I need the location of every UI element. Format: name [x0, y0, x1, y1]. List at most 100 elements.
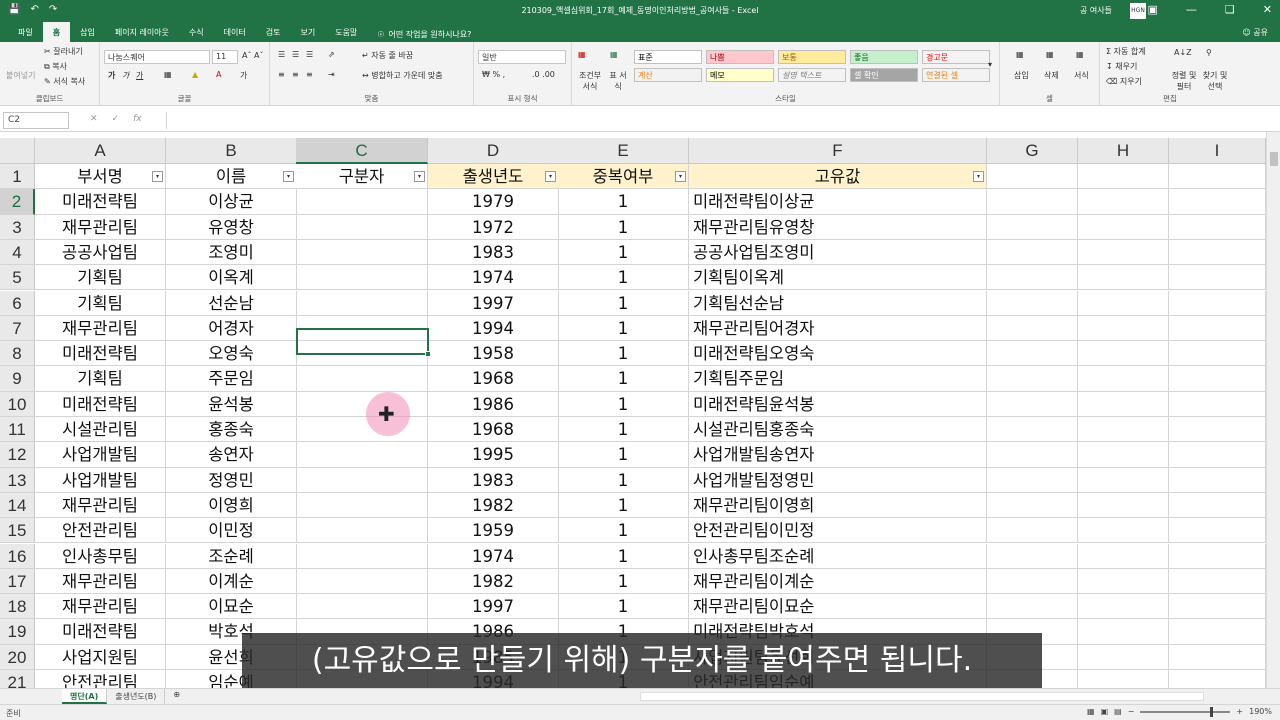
filter-dropdown-icon[interactable]: ▾ — [545, 171, 556, 182]
data-cell-sep[interactable] — [296, 189, 428, 215]
sort-filter-button[interactable]: 정렬 및 필터 — [1170, 70, 1198, 92]
data-cell-year[interactable]: 1997 — [428, 290, 559, 316]
data-cell-sep[interactable] — [296, 594, 428, 620]
column-header-d[interactable]: D — [428, 138, 559, 164]
row-header[interactable]: 14 — [0, 492, 35, 519]
row-header[interactable]: 21 — [0, 670, 35, 688]
row-header[interactable]: 7 — [0, 315, 35, 342]
data-cell-sep[interactable] — [296, 492, 428, 519]
ribbon-display-icon[interactable]: ▣ — [1148, 3, 1158, 16]
data-cell-dept[interactable]: 사업개발팀 — [35, 467, 166, 493]
empty-cell[interactable] — [1078, 239, 1169, 266]
align-right-icon[interactable]: ≡ — [306, 70, 313, 79]
function-icon[interactable]: fx — [133, 114, 142, 124]
data-cell-name[interactable]: 정영민 — [166, 467, 297, 493]
data-cell-dup[interactable]: 1 — [558, 568, 689, 595]
empty-cell[interactable] — [987, 239, 1078, 266]
empty-cell[interactable] — [987, 341, 1078, 367]
data-cell-year[interactable]: 1979 — [428, 189, 559, 215]
data-cell-year[interactable]: 1974 — [428, 543, 559, 569]
style-linked-cell[interactable]: 연결된 셀 — [922, 68, 990, 82]
insert-cells-button[interactable]: 삽입 — [1014, 70, 1029, 81]
data-cell-name[interactable]: 이묘순 — [166, 594, 297, 620]
data-cell-year[interactable]: 1995 — [428, 442, 559, 468]
style-explanatory[interactable]: 설명 텍스트 — [778, 68, 846, 82]
data-cell-dept[interactable]: 재무관리팀 — [35, 492, 166, 519]
empty-cell[interactable] — [1169, 568, 1266, 595]
data-cell-sep[interactable] — [296, 568, 428, 595]
data-cell-dup[interactable]: 1 — [558, 492, 689, 519]
tab-file[interactable]: 파일 — [8, 22, 43, 42]
empty-cell[interactable] — [1078, 644, 1169, 670]
data-cell-key[interactable]: 재무관리팀이영희 — [689, 492, 987, 519]
zoom-slider[interactable] — [1140, 706, 1231, 717]
row-header[interactable]: 12 — [0, 442, 35, 468]
number-format-dropdown[interactable]: 일반 — [478, 50, 566, 64]
spreadsheet-grid[interactable]: ABCDEFGHI 1 부서명 ▾ 이름 ▾ 구분자 ▾ 출생년도 ▾ 중복여부 ▾ 고유값 ▾ 2 미래전… — [0, 138, 1266, 688]
data-cell-key[interactable]: 미래전략팀윤석봉 — [689, 391, 987, 417]
data-cell-name[interactable]: 어경자 — [166, 315, 297, 342]
column-header-a[interactable]: A — [35, 138, 166, 164]
empty-cell[interactable] — [1169, 467, 1266, 493]
zoom-in-icon[interactable]: + — [1236, 707, 1243, 716]
empty-cell[interactable] — [1078, 189, 1169, 215]
data-cell-year[interactable]: 1983 — [428, 467, 559, 493]
empty-cell[interactable] — [987, 391, 1078, 417]
data-cell-year[interactable]: 1997 — [428, 594, 559, 620]
data-cell-key[interactable]: 사업개발팀송연자 — [689, 442, 987, 468]
column-header-b[interactable]: B — [166, 138, 297, 164]
empty-cell[interactable] — [1078, 670, 1169, 688]
tab-formulas[interactable]: 수식 — [179, 22, 214, 42]
paste-button[interactable]: 붙여넣기 — [6, 70, 35, 81]
empty-cell[interactable] — [1078, 518, 1169, 544]
data-cell-key[interactable]: 공공사업팀조영미 — [689, 239, 987, 266]
align-bottom-icon[interactable]: ☰ — [306, 50, 313, 59]
empty-cell[interactable] — [1169, 442, 1266, 468]
data-cell-dup[interactable]: 1 — [558, 290, 689, 316]
data-cell-key[interactable]: 재무관리팀이묘순 — [689, 594, 987, 620]
data-cell-sep[interactable] — [296, 290, 428, 316]
empty-cell[interactable] — [1078, 619, 1169, 645]
empty-cell[interactable] — [1078, 164, 1169, 190]
empty-cell[interactable] — [1169, 619, 1266, 645]
empty-cell[interactable] — [1169, 543, 1266, 569]
data-cell-name[interactable]: 선순남 — [166, 290, 297, 316]
data-cell-sep[interactable] — [296, 239, 428, 266]
data-cell-sep[interactable] — [296, 214, 428, 240]
data-cell-dept[interactable]: 공공사업팀 — [35, 239, 166, 266]
empty-cell[interactable] — [987, 265, 1078, 291]
format-painter-button[interactable]: ✎ 서식 복사 — [44, 76, 85, 87]
data-cell-dup[interactable]: 1 — [558, 189, 689, 215]
empty-cell[interactable] — [1169, 265, 1266, 291]
empty-cell[interactable] — [1078, 543, 1169, 569]
data-cell-key[interactable]: 안전관리팀이민정 — [689, 518, 987, 544]
table-format-icon[interactable]: ▦ — [610, 50, 618, 59]
empty-cell[interactable] — [987, 366, 1078, 392]
empty-cell[interactable] — [1169, 594, 1266, 620]
data-cell-key[interactable]: 시설관리팀홍종숙 — [689, 417, 987, 443]
bold-icon[interactable]: 가 — [108, 70, 115, 81]
empty-cell[interactable] — [987, 290, 1078, 316]
zoom-out-icon[interactable]: − — [1128, 707, 1135, 716]
copy-button[interactable]: ⧉ 복사 — [44, 61, 67, 72]
data-cell-dup[interactable]: 1 — [558, 518, 689, 544]
find-icon[interactable]: ⚲ — [1206, 48, 1212, 57]
data-cell-name[interactable]: 오영숙 — [166, 341, 297, 367]
data-cell-dept[interactable]: 기획팀 — [35, 290, 166, 316]
data-cell-dept[interactable]: 사업개발팀 — [35, 442, 166, 468]
phonetic-icon[interactable]: 가 — [240, 70, 247, 81]
row-header[interactable]: 8 — [0, 341, 35, 367]
filter-dropdown-icon[interactable]: ▾ — [414, 171, 425, 182]
header-cell[interactable]: 구분자 ▾ — [296, 164, 428, 190]
data-cell-dept[interactable]: 재무관리팀 — [35, 315, 166, 342]
style-note[interactable]: 메모 — [706, 68, 774, 82]
empty-cell[interactable] — [1169, 670, 1266, 688]
column-header-c[interactable]: C — [296, 138, 428, 164]
name-box[interactable]: C2 — [3, 112, 69, 129]
data-cell-name[interactable]: 유영창 — [166, 214, 297, 240]
data-cell-dept[interactable]: 미래전략팀 — [35, 341, 166, 367]
empty-cell[interactable] — [1078, 467, 1169, 493]
data-cell-dup[interactable]: 1 — [558, 315, 689, 342]
filter-dropdown-icon[interactable]: ▾ — [973, 171, 984, 182]
sheet-tab-birthyear[interactable]: 출생년도(B) — [107, 689, 166, 704]
